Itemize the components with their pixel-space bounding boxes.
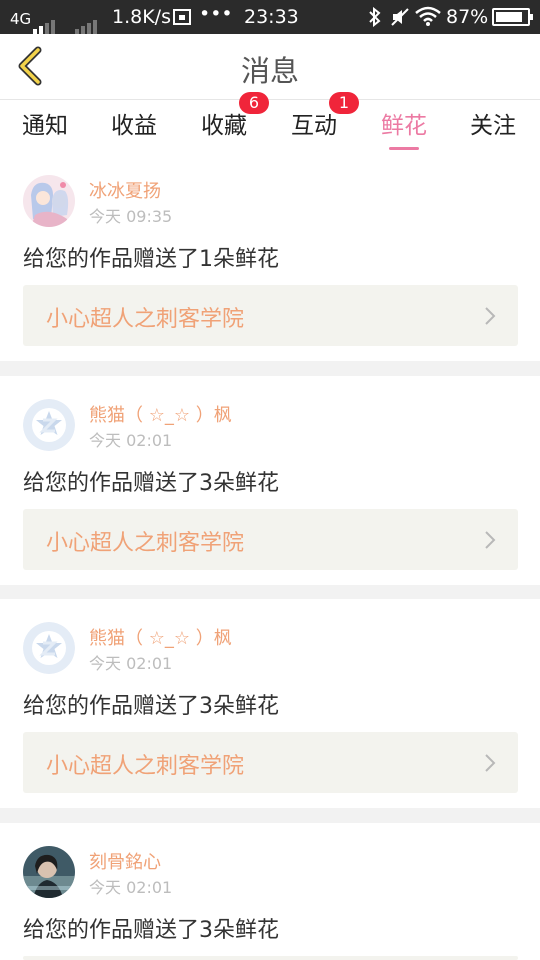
list-item: 熊猫（ ☆_☆ ）枫 今天 02:01 给您的作品赠送了3朵鲜花 小心超人之刺客… — [0, 599, 540, 808]
message-text: 给您的作品赠送了3朵鲜花 — [23, 471, 279, 496]
active-tab-indicator — [389, 147, 419, 150]
tab-earnings[interactable]: 收益 — [111, 106, 157, 140]
photo-avatar-icon — [23, 846, 75, 898]
mute-icon — [390, 7, 410, 32]
list-item: 熊猫（ ☆_☆ ）枫 今天 02:01 给您的作品赠送了3朵鲜花 小心超人之刺客… — [0, 376, 540, 585]
anime-avatar-icon — [23, 175, 75, 227]
clock: 23:33 — [244, 6, 299, 28]
work-link[interactable]: 小心超人之刺客学院 — [23, 732, 518, 793]
tab-label: 互动 — [291, 113, 337, 139]
wifi-icon — [415, 6, 441, 31]
signal-secondary-icon — [75, 12, 99, 34]
message-text: 给您的作品赠送了1朵鲜花 — [23, 247, 279, 272]
tab-flowers[interactable]: 鲜花 — [381, 106, 427, 150]
work-title: 小心超人之刺客学院 — [46, 531, 245, 556]
avatar[interactable] — [23, 846, 75, 898]
chevron-right-icon — [485, 531, 496, 549]
avatar[interactable] — [23, 175, 75, 227]
avatar[interactable] — [23, 622, 75, 674]
overflow-dots-icon: ••• — [199, 3, 233, 25]
work-link[interactable]: 小心超人之刺客学院 — [23, 509, 518, 570]
unread-badge: 6 — [239, 92, 269, 114]
header: 消息 — [0, 34, 540, 100]
network-type: 4G — [10, 10, 32, 28]
tab-label: 关注 — [470, 113, 516, 139]
tab-favorites[interactable]: 收藏 6 — [201, 92, 269, 140]
timestamp: 今天 02:01 — [89, 431, 173, 450]
message-text: 给您的作品赠送了3朵鲜花 — [23, 694, 279, 719]
list-item: 冰冰夏扬 今天 09:35 给您的作品赠送了1朵鲜花 小心超人之刺客学院 — [0, 152, 540, 361]
timestamp: 今天 02:01 — [89, 878, 173, 897]
default-avatar-icon — [23, 622, 75, 674]
tab-bar: 通知 收益 收藏 6 互动 1 鲜花 关注 — [0, 92, 540, 152]
sender-name[interactable]: 熊猫（ ☆_☆ ）枫 — [89, 624, 232, 650]
battery-percent: 87% — [446, 6, 489, 28]
tab-interactions[interactable]: 互动 1 — [291, 92, 359, 140]
sender-name[interactable]: 熊猫（ ☆_☆ ）枫 — [89, 401, 232, 427]
sender-name[interactable]: 刻骨銘心 — [89, 848, 161, 874]
chevron-right-icon — [485, 307, 496, 325]
work-link[interactable] — [23, 956, 518, 960]
signal-icon — [33, 12, 57, 34]
page-title: 消息 — [240, 54, 299, 88]
avatar[interactable] — [23, 399, 75, 451]
tab-label: 通知 — [22, 113, 68, 139]
bluetooth-icon — [368, 6, 382, 32]
list-item: 刻骨銘心 今天 02:01 给您的作品赠送了3朵鲜花 — [0, 823, 540, 960]
battery-icon — [492, 8, 533, 26]
tab-label: 鲜花 — [381, 113, 427, 139]
tab-label: 收益 — [111, 113, 157, 139]
work-title: 小心超人之刺客学院 — [46, 307, 245, 332]
timestamp: 今天 02:01 — [89, 654, 173, 673]
status-bar: 4G 1.8K/s ••• 23:33 87% — [0, 0, 540, 34]
default-avatar-icon — [23, 399, 75, 451]
unread-badge: 1 — [329, 92, 359, 114]
sender-name[interactable]: 冰冰夏扬 — [89, 177, 161, 203]
work-title: 小心超人之刺客学院 — [46, 754, 245, 779]
tab-follows[interactable]: 关注 — [470, 106, 516, 140]
tab-notifications[interactable]: 通知 — [22, 106, 68, 140]
message-text: 给您的作品赠送了3朵鲜花 — [23, 918, 279, 943]
network-speed: 1.8K/s — [112, 6, 171, 28]
chevron-right-icon — [485, 754, 496, 772]
screenshot-icon — [172, 7, 192, 32]
tab-label: 收藏 — [201, 113, 247, 139]
timestamp: 今天 09:35 — [89, 207, 173, 226]
work-link[interactable]: 小心超人之刺客学院 — [23, 285, 518, 346]
